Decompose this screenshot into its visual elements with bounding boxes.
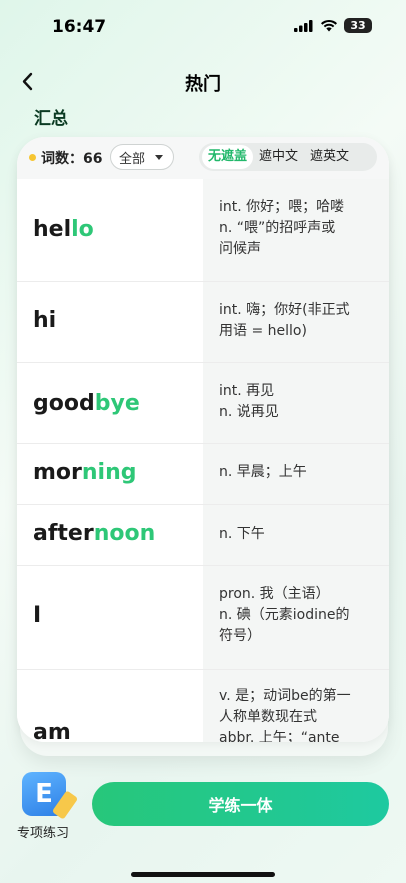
filter-value: 全部 <box>119 151 146 167</box>
status-icons: 33 <box>294 18 372 33</box>
word-row[interactable]: I pron. 我（主语） n. 碘（元素iodine的 符号） <box>17 566 389 670</box>
word-meaning: n. 早晨；上午 <box>219 464 307 480</box>
word-text: am <box>33 720 71 742</box>
word-meaning: pron. 我（主语） n. 碘（元素iodine的 符号） <box>219 586 350 644</box>
segment-mask-english[interactable]: 遮英文 <box>304 145 355 169</box>
pencil-icon <box>51 790 79 820</box>
word-list-card: 词数：66 全部 无遮盖 遮中文 遮英文 hello int. 你好；喂；哈喽 … <box>17 137 389 742</box>
word-meaning: int. 你好；喂；哈喽 n. “喂”的招呼声或 问候声 <box>219 199 345 257</box>
segment-mask-chinese[interactable]: 遮中文 <box>253 145 304 169</box>
word-text: hello <box>33 217 94 242</box>
battery-icon: 33 <box>344 18 372 33</box>
status-time: 16:47 <box>52 17 107 37</box>
caret-down-icon <box>155 155 163 160</box>
special-practice-icon[interactable]: E <box>22 772 79 820</box>
count-dot <box>29 154 36 161</box>
page-title: 热门 <box>185 74 221 95</box>
word-row[interactable]: hello int. 你好；喂；哈喽 n. “喂”的招呼声或 问候声 <box>17 179 389 282</box>
section-label: 汇总 <box>34 109 68 129</box>
filter-dropdown[interactable]: 全部 <box>110 144 174 170</box>
word-meaning: int. 再见 n. 说再见 <box>219 383 279 420</box>
word-text: I <box>33 603 42 628</box>
learn-practice-button[interactable]: 学练一体 <box>92 782 389 826</box>
word-row[interactable]: morning n. 早晨；上午 <box>17 444 389 505</box>
word-text: hi <box>33 308 57 333</box>
word-text: afternoon <box>33 521 156 546</box>
segment-no-mask[interactable]: 无遮盖 <box>202 145 254 169</box>
word-row[interactable]: afternoon n. 下午 <box>17 505 389 566</box>
word-meaning: n. 下午 <box>219 526 265 542</box>
word-text: goodbye <box>33 391 140 416</box>
word-list: hello int. 你好；喂；哈喽 n. “喂”的招呼声或 问候声 hi in… <box>17 179 389 742</box>
word-meaning: int. 嗨；你好(非正式 用语 = hello) <box>219 302 350 339</box>
word-row[interactable]: goodbye int. 再见 n. 说再见 <box>17 363 389 444</box>
home-indicator <box>131 872 275 877</box>
bottom-bar: E 专项练习 学练一体 <box>0 760 406 883</box>
word-meaning: v. 是；动词be的第一 人称单数现在式 abbr. 上午；“ante <box>219 688 351 742</box>
nav-header: 热门 <box>0 62 406 102</box>
word-row[interactable]: hi int. 嗨；你好(非正式 用语 = hello) <box>17 282 389 363</box>
wifi-icon <box>321 19 337 32</box>
special-practice-label[interactable]: 专项练习 <box>17 822 69 841</box>
mask-segmented-control: 无遮盖 遮中文 遮英文 <box>199 143 377 171</box>
cellular-signal-icon <box>294 19 313 32</box>
card-toolbar: 词数：66 全部 无遮盖 遮中文 遮英文 <box>17 137 389 179</box>
status-bar: 16:47 33 <box>0 0 406 52</box>
word-count-label: 词数：66 <box>41 151 103 167</box>
word-text: morning <box>33 460 137 485</box>
word-row[interactable]: am v. 是；动词be的第一 人称单数现在式 abbr. 上午；“ante <box>17 670 389 742</box>
